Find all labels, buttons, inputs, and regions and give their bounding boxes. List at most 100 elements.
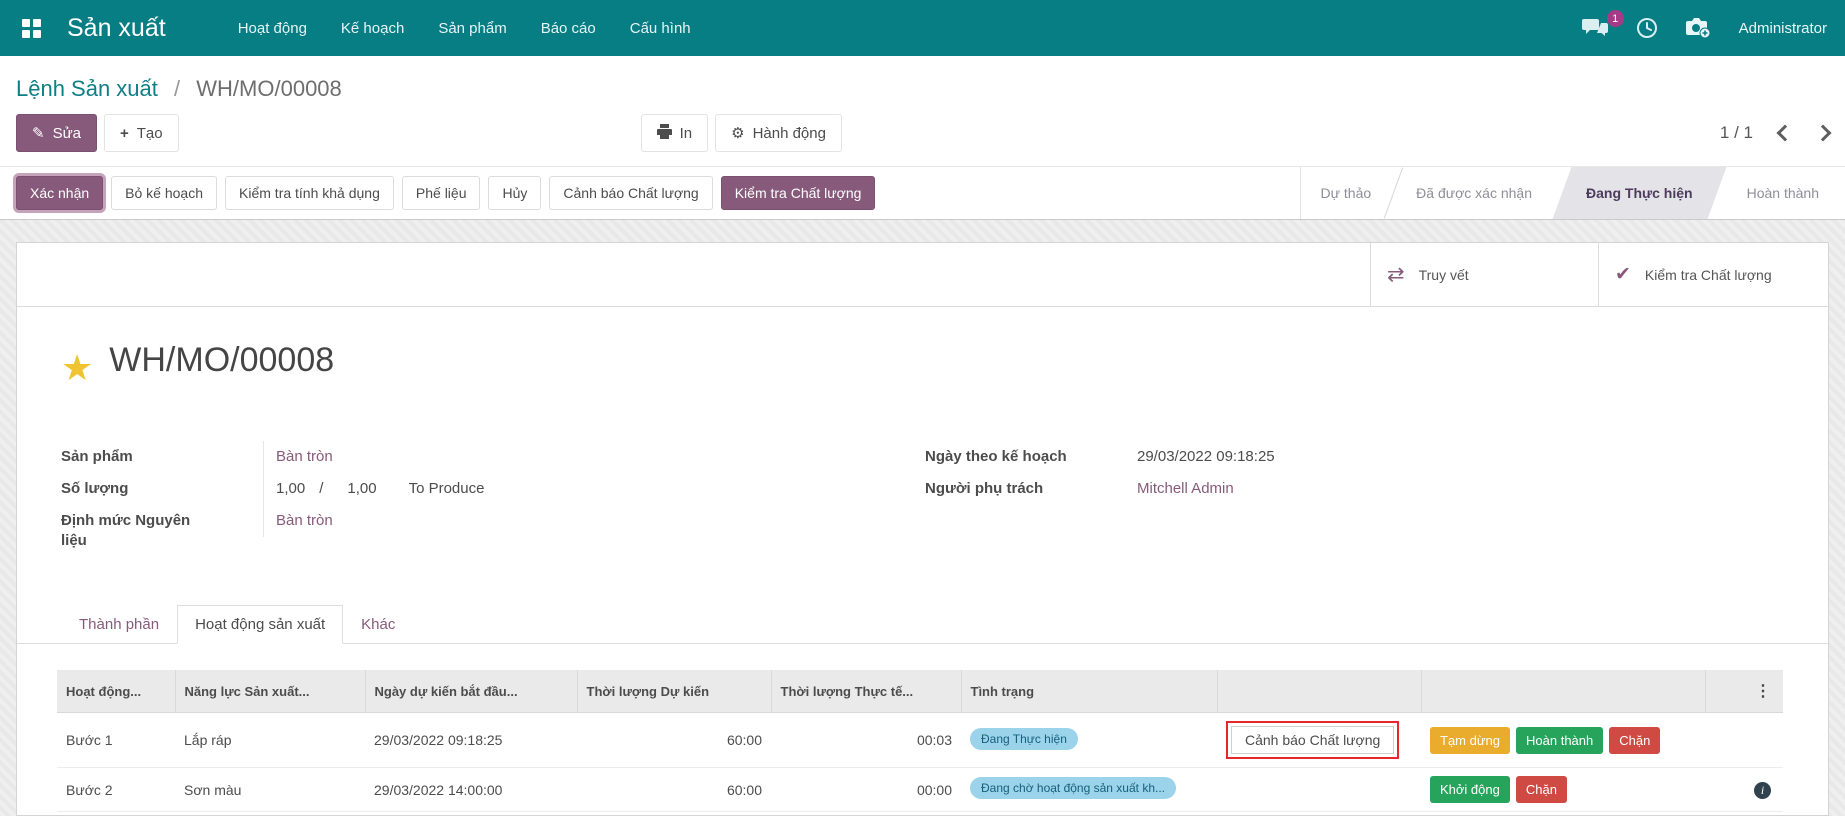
menu-item-1[interactable]: Hoạt động xyxy=(238,20,307,37)
record-title: WH/MO/00008 xyxy=(109,341,334,379)
traceability-smart-button[interactable]: ⇄ Truy vết xyxy=(1370,243,1598,306)
field-row: Sản phẩm Bàn tròn xyxy=(61,441,881,473)
app-brand[interactable]: Sản xuất xyxy=(67,14,166,43)
edit-button[interactable]: ✎ Sửa xyxy=(16,114,97,152)
print-button[interactable]: In xyxy=(641,114,709,152)
info-icon[interactable]: i xyxy=(1754,782,1771,799)
user-menu[interactable]: Administrator xyxy=(1739,20,1827,37)
done-button[interactable]: Hoàn thành xyxy=(1516,727,1603,754)
quantity-sublabel: To Produce xyxy=(409,480,485,497)
column-header-5[interactable]: Thời lượng Thực tế... xyxy=(771,670,961,713)
pager-next-icon[interactable] xyxy=(1815,125,1832,142)
menu-item-3[interactable]: Sản phẩm xyxy=(438,20,506,37)
top-menu: Hoạt động Kế hoạch Sản phẩm Báo cáo Cấu hình xyxy=(238,20,691,37)
check-availability-button[interactable]: Kiểm tra tính khả dụng xyxy=(225,176,394,210)
table-row[interactable]: Bước 1Lắp ráp29/03/2022 09:18:2560:0000:… xyxy=(57,713,1783,768)
stage-current[interactable]: Đang Thực hiện xyxy=(1552,166,1726,220)
table-row[interactable]: Bước 2Sơn màu29/03/2022 14:00:0060:0000:… xyxy=(57,768,1783,812)
form-sheet: ⇄ Truy vết ✔ Kiểm tra Chất lượng ★ WH/MO… xyxy=(16,242,1829,816)
cell-extra: i xyxy=(1705,768,1783,812)
field-label: Sản phẩm xyxy=(61,441,211,473)
cancel-button[interactable]: Hủy xyxy=(488,176,541,210)
column-header-alert xyxy=(1217,670,1421,713)
field-value[interactable]: Bàn tròn xyxy=(263,505,881,537)
confirm-button[interactable]: Xác nhận xyxy=(16,176,103,210)
stage-item[interactable]: Dự thảo xyxy=(1301,166,1392,220)
stage-item[interactable]: Đã được xác nhận xyxy=(1396,166,1552,220)
clock-glyph xyxy=(1636,17,1658,39)
quality-alert-row-button[interactable]: Cảnh báo Chất lượng xyxy=(1231,726,1394,754)
chat-bubbles-icon[interactable]: 1 xyxy=(1582,17,1610,39)
apps-grid-icon[interactable] xyxy=(22,19,41,38)
control-panel-buttons: ✎ Sửa + Tạo In ⚙ Hành động 1 / 1 xyxy=(0,114,1845,166)
cell-quality-alert: Cảnh báo Chất lượng xyxy=(1217,713,1421,768)
topbar-right: 1 Administrator xyxy=(1582,17,1827,39)
smart-button-box: ⇄ Truy vết ✔ Kiểm tra Chất lượng xyxy=(17,243,1828,307)
cell-actions: Khởi độngChặn xyxy=(1421,768,1705,812)
quality-check-label: Kiểm tra Chất lượng xyxy=(1645,266,1775,284)
start-button[interactable]: Khởi động xyxy=(1430,776,1510,803)
breadcrumb-separator: / xyxy=(174,76,180,101)
unplan-button[interactable]: Bỏ kế hoạch xyxy=(111,176,217,210)
scrap-button[interactable]: Phế liệu xyxy=(402,176,481,210)
field-group-left: Sản phẩmBàn trònSố lượng1,00/1,00To Prod… xyxy=(61,441,881,557)
stage-item[interactable]: Hoàn thành xyxy=(1727,166,1839,220)
column-header-6[interactable]: Tình trạng xyxy=(961,670,1217,713)
favorite-star-icon[interactable]: ★ xyxy=(61,350,93,386)
column-header-4[interactable]: Thời lượng Dự kiến xyxy=(577,670,771,713)
menu-item-2[interactable]: Kế hoạch xyxy=(341,20,404,37)
workorder-table: Hoạt động...Năng lực Sản xuất...Ngày dự … xyxy=(57,670,1783,812)
cell-quality-alert xyxy=(1217,768,1421,812)
cell-status: Đang chờ hoạt động sản xuất kh... xyxy=(961,768,1217,812)
stage-current-label: Đang Thực hiện xyxy=(1562,185,1717,201)
pause-button[interactable]: Tạm dừng xyxy=(1430,727,1510,754)
column-header-2[interactable]: Năng lực Sản xuất... xyxy=(175,670,365,713)
column-header-actions xyxy=(1421,670,1705,713)
block-button[interactable]: Chặn xyxy=(1516,776,1567,803)
menu-item-5[interactable]: Cấu hình xyxy=(630,20,691,37)
quantity-produced: 1,00 xyxy=(276,480,305,497)
cell: Bước 1 xyxy=(57,713,175,768)
breadcrumb: Lệnh Sản xuất / WH/MO/00008 xyxy=(0,56,1845,114)
traceability-label: Truy vết xyxy=(1419,266,1469,284)
breadcrumb-parent-link[interactable]: Lệnh Sản xuất xyxy=(16,76,158,101)
menu-item-4[interactable]: Báo cáo xyxy=(541,20,596,37)
create-button[interactable]: + Tạo xyxy=(104,114,179,152)
tab-3[interactable]: Khác xyxy=(343,605,413,644)
field-value[interactable]: Bàn tròn xyxy=(263,441,881,473)
block-button[interactable]: Chặn xyxy=(1609,727,1660,754)
tab-2[interactable]: Hoạt động sản xuất xyxy=(177,605,343,644)
field-value[interactable]: Mitchell Admin xyxy=(1137,473,1784,505)
clock-icon[interactable] xyxy=(1636,17,1658,39)
create-button-label: Tạo xyxy=(137,125,163,142)
cell: Lắp ráp xyxy=(175,713,365,768)
column-header-3[interactable]: Ngày dự kiến bắt đầu... xyxy=(365,670,577,713)
camera-plus-glyph xyxy=(1684,17,1711,39)
optional-columns-icon[interactable]: ⋮ xyxy=(1755,683,1771,700)
breadcrumb-current: WH/MO/00008 xyxy=(196,76,342,101)
check-icon: ✔ xyxy=(1615,266,1631,284)
quantity-to-produce: 1,00 xyxy=(347,480,376,497)
field-row: Định mức Nguyên liệuBàn tròn xyxy=(61,505,881,557)
workorder-table-body: Bước 1Lắp ráp29/03/2022 09:18:2560:0000:… xyxy=(57,713,1783,812)
column-header-1[interactable]: Hoạt động... xyxy=(57,670,175,713)
gear-icon: ⚙ xyxy=(731,126,744,141)
quality-check-smart-button[interactable]: ✔ Kiểm tra Chất lượng xyxy=(1598,243,1828,306)
action-menu-label: Hành động xyxy=(753,125,826,142)
cell: 60:00 xyxy=(577,713,771,768)
pager-previous-icon[interactable] xyxy=(1777,125,1794,142)
cell: Bước 2 xyxy=(57,768,175,812)
tab-1[interactable]: Thành phần xyxy=(61,605,177,644)
field-row: Người phụ tráchMitchell Admin xyxy=(925,473,1784,505)
statusbar-buttons: Xác nhậnBỏ kế hoạchKiểm tra tính khả dụn… xyxy=(16,176,883,210)
cell: Sơn màu xyxy=(175,768,365,812)
quality-alert-button[interactable]: Cảnh báo Chất lượng xyxy=(549,176,712,210)
quality-check-button[interactable]: Kiểm tra Chất lượng xyxy=(721,176,876,210)
printer-icon xyxy=(657,124,672,142)
cell: 00:00 xyxy=(771,768,961,812)
top-navbar: Sản xuất Hoạt động Kế hoạch Sản phẩm Báo cá… xyxy=(0,0,1845,56)
camera-plus-icon[interactable] xyxy=(1684,17,1711,39)
field-groups: Sản phẩmBàn trònSố lượng1,00/1,00To Prod… xyxy=(17,441,1828,557)
action-menu-button[interactable]: ⚙ Hành động xyxy=(715,114,842,152)
cell: 00:03 xyxy=(771,713,961,768)
